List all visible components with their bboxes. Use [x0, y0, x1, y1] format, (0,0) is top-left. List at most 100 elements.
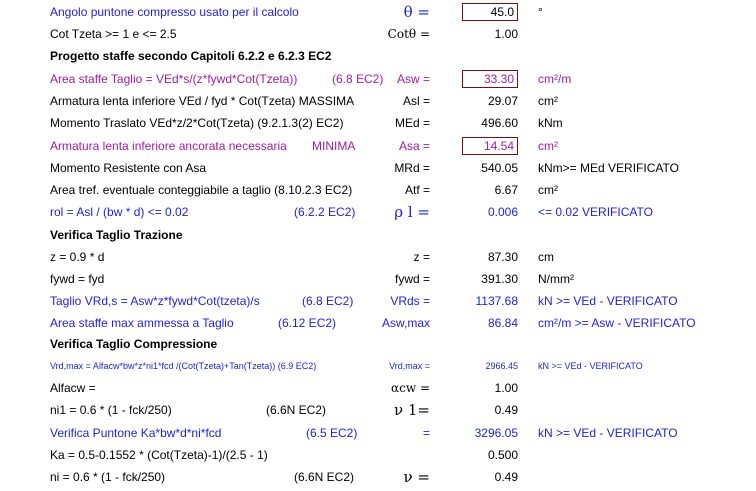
unit-mrd: kNm>= MEd VERIFICATO [538, 161, 679, 175]
desc-theta: Angolo puntone compresso usato per il ca… [50, 5, 299, 19]
sym-vrds: VRds = [390, 294, 430, 308]
section-title-compressione: Verifica Taglio Compressione [50, 337, 218, 351]
unit-asw: cm²/m [538, 72, 572, 86]
desc-vrdmax: Vrd,max = Alfacw*bw*z*ni1*fcd /(Cot(Tzet… [50, 361, 317, 371]
val-mrd: 540.05 [481, 161, 518, 175]
sym-asw: Asw = [396, 72, 430, 86]
sym-cot: Cotθ = [320, 23, 430, 45]
val-ka: 0.500 [487, 448, 518, 462]
row-section-trazione: Verifica Taglio Trazione [0, 224, 756, 246]
desc-asl: Armatura lenta inferiore VEd / fyd * Cot… [50, 94, 355, 108]
row-asw: Area staffe Taglio = VEd*s/(z*fywd*Cot(T… [0, 68, 756, 90]
row-ni1: ni1 = 0.6 * (1 - fck/250) (6.6N EC2) ν 1… [0, 399, 756, 421]
row-aswmax: Area staffe max ammessa a Taglio (6.12 E… [0, 312, 756, 334]
unit-theta: ° [538, 5, 543, 19]
sym-med: MEd = [394, 116, 430, 130]
rho-symbol: ρ l = [394, 203, 430, 221]
desc-mrd: Momento Resistente con Asa [50, 161, 207, 175]
val-ni1: 0.49 [494, 403, 518, 417]
desc-asw: Area staffe Taglio = VEd*s/(z*fywd*Cot(T… [50, 72, 298, 86]
theta-symbol: θ = [403, 3, 430, 21]
row-z: z = 0.9 * d z = 87.30 cm [0, 246, 756, 268]
unit-asa: cm² [538, 139, 558, 153]
sym-asa: Asa = [398, 139, 430, 153]
sym-asl: Asl = [402, 94, 430, 108]
desc-alfacw: Alfacw = [50, 381, 96, 395]
row-ka: Ka = 0.5-0.1552 * (Cot(Tzeta)-1)/(2.5 - … [0, 444, 756, 466]
val-z: 87.30 [487, 250, 518, 264]
val-puntone: 3296.05 [474, 426, 518, 440]
section-title-trazione: Verifica Taglio Trazione [50, 228, 183, 242]
sym-fywd: fywd = [394, 272, 430, 286]
unit-vrdmax: kN >= VEd - VERIFICATO [538, 361, 643, 371]
val-cot: 1.00 [494, 27, 518, 41]
desc-fywd: fywd = fyd [50, 272, 105, 286]
row-fywd: fywd = fyd fywd = 391.30 N/mm² [0, 268, 756, 290]
row-rol: rol = Asl / (bw * d) <= 0.02 (6.2.2 EC2)… [0, 201, 756, 223]
val-vrdmax: 2966.45 [485, 361, 518, 371]
desc-puntone: Verifica Puntone Ka*bw*d*ni*fcd [50, 426, 222, 440]
unit-aswmax: cm²/m >= Asw - VERIFICATO [538, 316, 696, 330]
sym-ni: ν = [320, 466, 430, 488]
sym-atf: Atf = [404, 183, 430, 197]
input-asa[interactable]: 14.54 [462, 137, 518, 155]
cot-symbol: Cotθ = [387, 27, 430, 41]
val-atf: 6.67 [494, 183, 518, 197]
desc-rol: rol = Asl / (bw * d) <= 0.02 [50, 205, 189, 219]
row-asa: Armatura lenta inferiore ancorata necess… [0, 135, 756, 157]
val-asl: 29.07 [487, 94, 518, 108]
val-fywd: 391.30 [481, 272, 518, 286]
sym-vrdmax: Vrd,max = [389, 361, 430, 371]
nu1-symbol: ν 1= [394, 401, 430, 419]
sym-aswmax: Asw,max [381, 316, 430, 330]
row-atf: Area tref. eventuale conteggiabile a tag… [0, 179, 756, 201]
sym-puntone: = [422, 426, 430, 440]
spreadsheet-sheet: Angolo puntone compresso usato per il ca… [0, 0, 756, 491]
nu-symbol: ν = [403, 468, 430, 486]
row-alfacw: Alfacw = αcw = 1.00 [0, 377, 756, 399]
unit-atf: cm² [538, 183, 558, 197]
val-ni: 0.49 [494, 470, 518, 484]
desc-cot: Cot Tzeta >= 1 e <= 2.5 [50, 27, 177, 41]
unit-z: cm [538, 250, 554, 264]
val-alfacw: 1.00 [494, 381, 518, 395]
row-puntone: Verifica Puntone Ka*bw*d*ni*fcd (6.5 EC2… [0, 422, 756, 444]
ref-ni1: (6.6N EC2) [266, 403, 327, 417]
desc-ni1: ni1 = 0.6 * (1 - fck/250) [50, 403, 172, 417]
row-vrdmax: Vrd,max = Alfacw*bw*z*ni1*fcd /(Cot(Tzet… [0, 355, 756, 377]
row-section-staffe: Progetto staffe secondo Capitoli 6.2.2 e… [0, 45, 756, 67]
sym-z: z = [413, 250, 430, 264]
row-mrd: Momento Resistente con Asa MRd = 540.05 … [0, 157, 756, 179]
row-section-compressione: Verifica Taglio Compressione [0, 333, 756, 355]
unit-fywd: N/mm² [538, 272, 574, 286]
desc-med: Momento Traslato VEd*z/2*Cot(Tzeta) (9.2… [50, 116, 344, 130]
row-med: Momento Traslato VEd*z/2*Cot(Tzeta) (9.2… [0, 112, 756, 134]
desc-z: z = 0.9 * d [50, 250, 105, 264]
unit-rol: <= 0.02 VERIFICATO [538, 205, 653, 219]
desc-vrds: Taglio VRd,s = Asw*z*fywd*Cot(tzeta)/s [50, 294, 260, 308]
desc-ni: ni = 0.6 * (1 - fck/250) [50, 470, 166, 484]
desc-aswmax: Area staffe max ammessa a Taglio [50, 316, 234, 330]
alpha-symbol: αcw = [391, 381, 430, 395]
val-aswmax: 86.84 [487, 316, 518, 330]
input-theta[interactable]: 45.0 [462, 3, 518, 21]
row-ni: ni = 0.6 * (1 - fck/250) (6.6N EC2) ν = … [0, 466, 756, 488]
sym-theta: θ = [320, 1, 430, 23]
sym-rol: ρ l = [320, 201, 430, 223]
val-vrds: 1137.68 [475, 294, 519, 308]
section-title-staffe: Progetto staffe secondo Capitoli 6.2.2 e… [50, 49, 332, 63]
val-rol: 0.006 [487, 205, 518, 219]
unit-asl: cm² [538, 94, 558, 108]
desc-ka: Ka = 0.5-0.1552 * (Cot(Tzeta)-1)/(2.5 - … [50, 448, 268, 462]
sym-mrd: MRd = [394, 161, 430, 175]
unit-puntone: kN >= VEd - VERIFICATO [538, 426, 678, 440]
row-theta: Angolo puntone compresso usato per il ca… [0, 1, 756, 23]
unit-med: kNm [538, 116, 563, 130]
desc-asa: Armatura lenta inferiore ancorata necess… [50, 139, 287, 153]
row-vrds: Taglio VRd,s = Asw*z*fywd*Cot(tzeta)/s (… [0, 290, 756, 312]
desc-atf: Area tref. eventuale conteggiabile a tag… [50, 183, 353, 197]
val-med: 496.60 [481, 116, 518, 130]
row-cot: Cot Tzeta >= 1 e <= 2.5 Cotθ = 1.00 [0, 23, 756, 45]
input-asw[interactable]: 33.30 [462, 70, 518, 88]
sym-ni1: ν 1= [320, 399, 430, 421]
